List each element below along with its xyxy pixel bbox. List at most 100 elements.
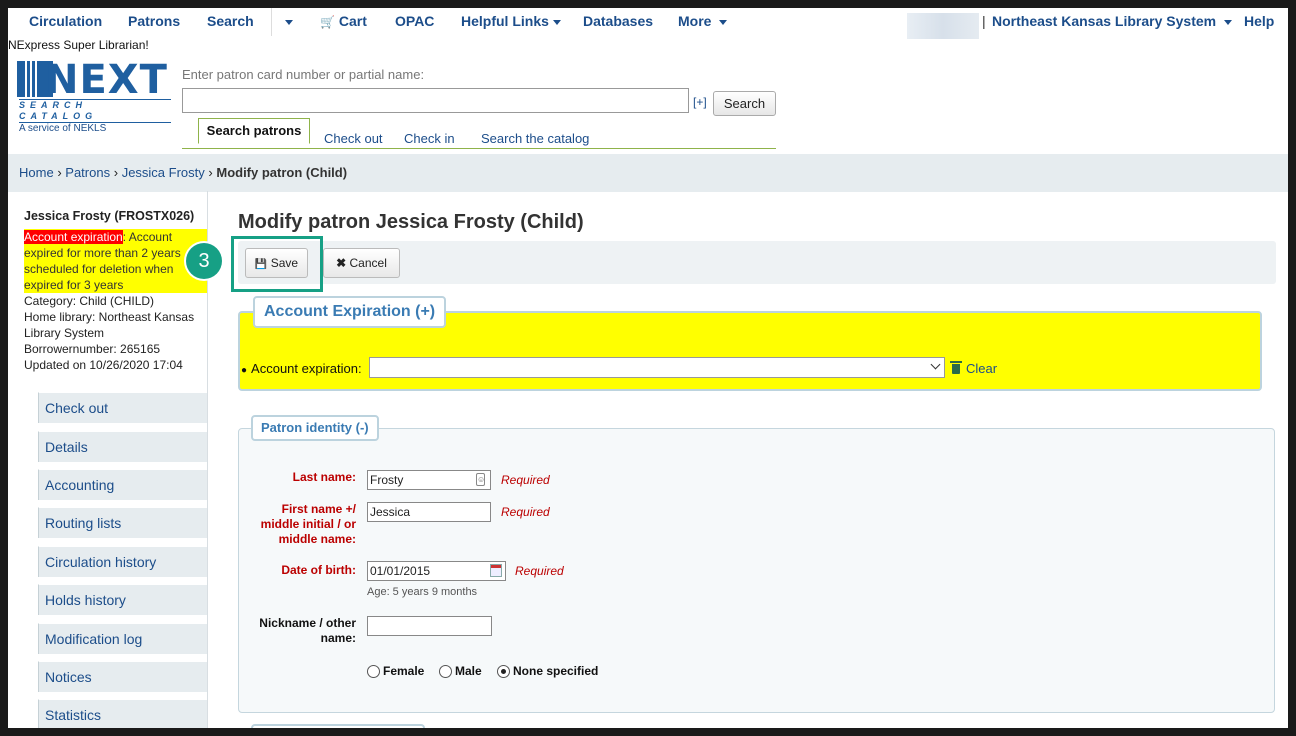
patron-search-input[interactable] — [182, 88, 689, 113]
expiration-warning-label: Account expiration — [24, 230, 123, 244]
sidebar-item-check-out[interactable]: Check out — [38, 392, 207, 423]
required-label: Required — [515, 564, 564, 578]
patron-home-library: Home library: Northeast Kansas Library S… — [24, 310, 195, 340]
sidebar-item-holds-history[interactable]: Holds history — [38, 584, 207, 615]
nav-library[interactable]: Northeast Kansas Library System — [992, 13, 1232, 29]
sidebar-item-statistics[interactable]: Statistics — [38, 699, 207, 728]
nav-helpful-links[interactable]: Helpful Links — [461, 13, 561, 29]
first-name-label: First name +/ middle initial / or middle… — [260, 502, 356, 546]
tab-check-out[interactable]: Check out — [324, 131, 383, 146]
radio-selected-icon — [497, 665, 510, 678]
page-title: Modify patron Jessica Frosty (Child) — [238, 211, 584, 233]
patron-borrowernumber: Borrowernumber: 265165 — [24, 342, 161, 356]
gender-female-radio[interactable]: Female — [367, 664, 424, 678]
chevron-down-icon — [285, 19, 293, 25]
gender-male-radio[interactable]: Male — [439, 664, 482, 678]
user-name-redacted[interactable] — [907, 13, 979, 39]
tab-search-patrons[interactable]: Search patrons — [198, 118, 310, 144]
chevron-down-icon — [1223, 19, 1232, 25]
sidebar-item-routing-lists[interactable]: Routing lists — [38, 507, 207, 538]
cart-icon: 🛒 — [320, 15, 335, 29]
age-hint: Age: 5 years 9 months — [367, 586, 478, 598]
last-name-input[interactable]: Frosty ☺ — [367, 470, 491, 490]
nav-circulation[interactable]: Circulation — [29, 13, 102, 29]
account-expiration-row: ● Account expiration: — [241, 361, 362, 376]
first-name-input[interactable]: Jessica — [367, 502, 491, 522]
breadcrumb-sep: › — [113, 165, 119, 180]
cancel-label: Cancel — [349, 256, 387, 270]
breadcrumb-sep: › — [208, 165, 213, 180]
nav-more-label: More — [678, 13, 712, 29]
nav-help[interactable]: Help — [1244, 13, 1274, 29]
contact-card-icon: ☺ — [476, 473, 486, 486]
calendar-icon[interactable] — [490, 564, 502, 577]
trash-icon — [950, 361, 962, 374]
dob-input[interactable]: 01/01/2015 — [367, 561, 506, 581]
expiration-warning: Account expiration: Account expired for … — [24, 229, 208, 293]
breadcrumb-patrons[interactable]: Patrons — [65, 165, 110, 180]
nav-divider — [271, 8, 272, 36]
nav-databases[interactable]: Databases — [583, 13, 653, 29]
next-fieldset-legend[interactable] — [251, 724, 425, 728]
nav-library-label: Northeast Kansas Library System — [992, 13, 1217, 29]
sidebar-item-notices[interactable]: Notices — [38, 661, 207, 692]
sidebar-item-circulation-history[interactable]: Circulation history — [38, 546, 207, 577]
tab-search-catalog[interactable]: Search the catalog — [481, 131, 589, 146]
breadcrumb-home[interactable]: Home — [19, 165, 54, 180]
clear-label: Clear — [966, 361, 998, 376]
gender-none-radio[interactable]: None specified — [497, 664, 598, 678]
toolbar: 💾 Save ✖ Cancel — [238, 241, 1276, 284]
sidebar-item-accounting[interactable]: Accounting — [38, 469, 207, 500]
account-expiration-select[interactable] — [369, 357, 945, 378]
chevron-down-icon — [552, 19, 561, 25]
nav-patrons[interactable]: Patrons — [128, 13, 180, 29]
top-nav: Circulation Patrons Search 🛒 Cart OPAC H… — [8, 8, 1288, 39]
clear-expiration-link[interactable]: Clear — [950, 361, 998, 376]
required-label: Required — [501, 473, 550, 487]
nickname-label: Nickname / other name: — [259, 616, 356, 645]
nav-more[interactable]: More — [678, 13, 728, 29]
account-expiration-label: Account expiration: — [251, 361, 362, 376]
nav-cart[interactable]: 🛒 Cart — [320, 13, 367, 29]
last-name-label: Last name: — [292, 470, 356, 484]
breadcrumb-patron[interactable]: Jessica Frosty — [122, 165, 205, 180]
breadcrumb-sep: › — [57, 165, 62, 180]
cancel-button[interactable]: ✖ Cancel — [323, 248, 400, 278]
required-label: Required — [501, 505, 550, 519]
logo-service-text: A service of NEKLS — [19, 123, 107, 134]
nav-search-dropdown[interactable] — [281, 13, 293, 29]
nav-cart-label: Cart — [338, 13, 367, 29]
bullet: ● — [241, 365, 248, 376]
nav-opac[interactable]: OPAC — [395, 13, 434, 29]
nav-search[interactable]: Search — [207, 13, 254, 29]
header: NEXT SEARCH CATALOG A service of NEKLS E… — [8, 56, 1288, 156]
nickname-input[interactable] — [367, 616, 492, 636]
patron-identity-toggle[interactable]: Patron identity (-) — [251, 415, 379, 441]
breadcrumb-current: Modify patron (Child) — [216, 165, 348, 180]
save-highlight-box — [231, 236, 323, 292]
radio-icon — [439, 665, 452, 678]
breadcrumb: Home › Patrons › Jessica Frosty › Modify… — [8, 154, 1288, 192]
patron-category: Category: Child (CHILD) — [24, 294, 155, 308]
radio-icon — [367, 665, 380, 678]
patron-summary: Jessica Frosty (FROSTX026) Account expir… — [24, 208, 208, 373]
logo-wordmark: NEXT — [45, 57, 168, 103]
search-button[interactable]: Search — [713, 91, 776, 116]
sidebar-item-modification-log[interactable]: Modification log — [38, 623, 207, 654]
koha-window: Circulation Patrons Search 🛒 Cart OPAC H… — [8, 8, 1288, 728]
last-name-value: Frosty — [370, 473, 404, 487]
dob-value: 01/01/2015 — [370, 564, 431, 578]
advanced-search-link[interactable]: [+] — [693, 95, 707, 109]
logo-subtitle: SEARCH CATALOG — [19, 99, 171, 123]
step-number-badge: 3 — [186, 243, 222, 279]
sidebar-item-details[interactable]: Details — [38, 431, 207, 462]
dob-label: Date of birth: — [281, 563, 356, 577]
tab-check-in[interactable]: Check in — [404, 131, 455, 146]
nav-helpful-links-label: Helpful Links — [461, 13, 549, 29]
gender-none-label: None specified — [513, 664, 599, 678]
next-logo[interactable]: NEXT SEARCH CATALOG A service of NEKLS — [17, 57, 177, 134]
account-expiration-toggle[interactable]: Account Expiration (+) — [253, 296, 447, 328]
close-icon: ✖ — [336, 256, 347, 270]
nav-pipe: | — [982, 13, 986, 29]
chevron-down-icon — [719, 19, 728, 25]
